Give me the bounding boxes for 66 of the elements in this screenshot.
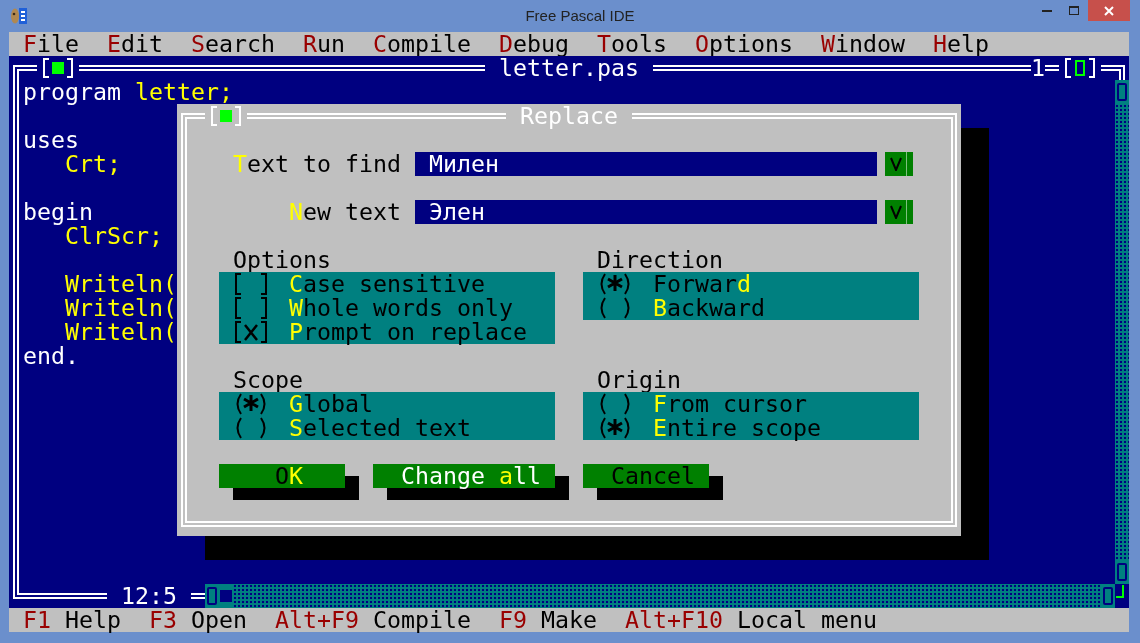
close-icon bbox=[1104, 5, 1114, 16]
group-label: Origin bbox=[597, 368, 681, 392]
radio-option[interactable]: Entire scope bbox=[597, 416, 821, 440]
dialog-button[interactable]: Cancel bbox=[583, 464, 709, 488]
vertical-scrollbar[interactable] bbox=[1115, 80, 1129, 584]
rectangle-glyph-icon bbox=[1117, 563, 1127, 581]
minimize-icon bbox=[1041, 9, 1052, 12]
status-item[interactable]: F1 Help bbox=[9, 608, 135, 632]
scroll-left-button[interactable] bbox=[205, 584, 219, 608]
menu-item[interactable]: Compile bbox=[359, 32, 485, 56]
code-line: uses bbox=[23, 128, 79, 152]
input-field[interactable]: Элен bbox=[415, 200, 877, 224]
checkbox-icon[interactable] bbox=[233, 321, 269, 343]
input-field[interactable]: Милен bbox=[415, 152, 877, 176]
checkbox-option[interactable]: Case sensitive bbox=[233, 272, 485, 296]
menu-item[interactable]: Tools bbox=[583, 32, 681, 56]
code-line: Writeln( bbox=[65, 296, 177, 320]
menu-item[interactable]: Search bbox=[177, 32, 289, 56]
menu-item[interactable]: Options bbox=[681, 32, 807, 56]
code-line: begin bbox=[23, 200, 93, 224]
field-label: New text bbox=[289, 200, 401, 224]
caret-down-icon bbox=[890, 205, 902, 219]
radio-option[interactable]: Backward bbox=[597, 296, 765, 320]
menu-item[interactable]: Run bbox=[289, 32, 359, 56]
group-label: Options bbox=[233, 248, 331, 272]
scroll-thumb[interactable] bbox=[220, 590, 232, 602]
code-line: Crt; bbox=[65, 152, 121, 176]
history-button[interactable] bbox=[885, 200, 913, 224]
radio-option[interactable]: F rom cursor bbox=[597, 392, 807, 416]
menu-item[interactable]: File bbox=[9, 32, 93, 56]
app-icon bbox=[10, 7, 28, 25]
menu-item[interactable]: Edit bbox=[93, 32, 177, 56]
caret-down-icon bbox=[890, 157, 902, 171]
scroll-up-button[interactable] bbox=[1115, 80, 1129, 104]
maximize-icon bbox=[1068, 6, 1079, 15]
dialog-button[interactable]: OK bbox=[219, 464, 345, 488]
history-button[interactable] bbox=[885, 152, 913, 176]
status-item[interactable]: Alt+F10 Local menu bbox=[611, 608, 891, 632]
rectangle-glyph-icon bbox=[1117, 83, 1127, 101]
field-label: Text to find bbox=[233, 152, 401, 176]
window-title: Free Pascal IDE bbox=[524, 6, 635, 25]
menu-item[interactable]: Help bbox=[919, 32, 1003, 56]
status-item[interactable]: F9 Make bbox=[485, 608, 611, 632]
rectangle-glyph-icon bbox=[207, 587, 217, 605]
radio-option[interactable]: Global bbox=[233, 392, 373, 416]
menu-item[interactable]: Window bbox=[807, 32, 919, 56]
status-item[interactable]: Alt+F9 Compile bbox=[261, 608, 485, 632]
radio-option[interactable]: Forward bbox=[597, 272, 751, 296]
close-button[interactable] bbox=[1088, 0, 1130, 21]
dialog-title: Replace bbox=[506, 104, 632, 128]
dialog-button[interactable]: Change all bbox=[373, 464, 555, 488]
horizontal-scrollbar[interactable] bbox=[205, 584, 1115, 608]
checkbox-icon[interactable] bbox=[233, 297, 269, 319]
rectangle-glyph-icon bbox=[1103, 587, 1113, 605]
group-label: Scope bbox=[233, 368, 303, 392]
code-line: Writeln( bbox=[65, 272, 177, 296]
editor-title: letter.pas bbox=[485, 56, 653, 80]
code-line: program letter; bbox=[23, 80, 233, 104]
checkbox-icon[interactable] bbox=[233, 273, 269, 295]
code-line: Writeln( bbox=[65, 320, 177, 344]
code-line: ClrScr; bbox=[65, 224, 163, 248]
group-label: Direction bbox=[597, 248, 723, 272]
radio-option[interactable]: Selected text bbox=[233, 416, 471, 440]
status-item[interactable]: F3 Open bbox=[135, 608, 261, 632]
menu-item[interactable]: Debug bbox=[485, 32, 583, 56]
code-line: end. bbox=[23, 344, 79, 368]
